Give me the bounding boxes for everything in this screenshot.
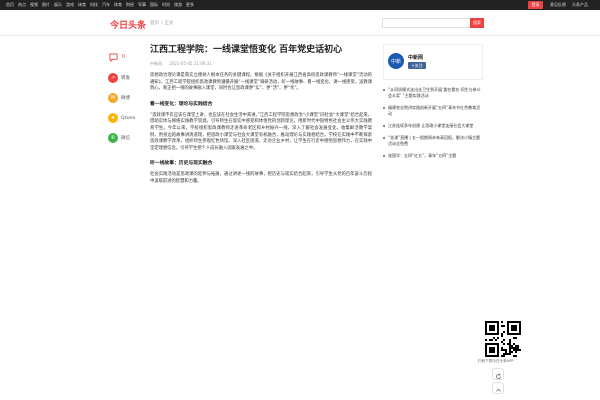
breadcrumb-separator: / — [161, 21, 163, 26]
share-label: 微博 — [121, 96, 130, 101]
share-label: Qzone — [121, 115, 136, 121]
related-item[interactable]: 张国华：五四“红五”，青年“五四”主题 — [383, 150, 483, 162]
nav-item[interactable]: 娱乐 — [54, 1, 62, 9]
nav-item[interactable]: 财经 — [126, 1, 134, 9]
products-link[interactable]: 头条产品 — [572, 1, 588, 9]
nav-item[interactable]: 国际 — [150, 1, 158, 9]
header — [0, 10, 600, 36]
qr-caption: 扫码下载今日头条APP — [478, 359, 514, 363]
nav-item[interactable]: 游戏 — [66, 1, 74, 9]
related-item[interactable]: “花漾”直播 | 五一假期周末有高回报，解决小镇主题活动全免费 — [383, 132, 483, 150]
comment-counter[interactable]: 0 — [108, 52, 148, 62]
comment-icon — [108, 52, 118, 62]
related-item[interactable]: 福建农业院讲实践创新开展“五四”青年节红色教育活动 — [383, 102, 483, 120]
nav-item[interactable]: 汽车 — [102, 1, 110, 9]
share-forward[interactable]: ↗ 转发 — [108, 68, 148, 88]
nav-item[interactable]: 首页 — [6, 1, 14, 9]
qr-code — [485, 321, 521, 357]
article: 江西工程学院：一线课堂悟变化 百年党史话初心 中新网 2021-05-05 21… — [150, 44, 372, 186]
arrow-up-icon — [495, 379, 502, 398]
related-item[interactable]: “从同质模式走出去卫生到开展‘委在看在·同生与参众会众奖’ ”主题实践活动 — [383, 84, 483, 102]
search-input[interactable] — [382, 18, 470, 28]
forward-icon: ↗ — [108, 73, 118, 83]
article-subheading: 听一线故事：历史与现实融合 — [150, 161, 213, 167]
nav-item[interactable]: 体育 — [114, 1, 122, 9]
breadcrumb: 首页 / 正文 — [150, 20, 174, 26]
share-weibo[interactable]: W 微博 — [108, 88, 148, 108]
top-nav-bar: 首页 热点 视频 图片 娱乐 游戏 体育 科技 汽车 体育 财经 军事 国际 时… — [0, 0, 600, 10]
article-title: 江西工程学院：一线课堂悟变化 百年党史话初心 — [150, 45, 343, 55]
nav-item[interactable]: 旅游 — [174, 1, 182, 9]
nav-item-more[interactable]: 更多 — [186, 1, 194, 9]
author-card: 中新 中新网 +关注 — [383, 44, 483, 80]
share-sidebar: 0 ↗ 转发 W 微博 ★ Qzone ✆ 微信 — [108, 52, 148, 148]
author-avatar[interactable]: 中新 — [388, 53, 404, 69]
nav-item[interactable]: 图片 — [42, 1, 50, 9]
related-list: “从同质模式走出去卫生到开展‘委在看在·同生与参众会众奖’ ”主题实践活动 福建… — [383, 84, 483, 162]
related-item[interactable]: 江苏连续多年创建 让思政小课堂连接社会大课堂 — [383, 120, 483, 132]
nav-item[interactable]: 科技 — [90, 1, 98, 9]
article-meta: 中新网 2021-05-05 21:06:31 — [150, 61, 372, 67]
share-wechat[interactable]: ✆ 微信 — [108, 128, 148, 148]
feedback-link[interactable]: 意见反馈 — [550, 1, 566, 9]
nav-item[interactable]: 军事 — [138, 1, 146, 9]
author-name[interactable]: 中新网 — [408, 54, 423, 61]
article-time: 2021-05-05 21:06:31 — [169, 61, 212, 66]
breadcrumb-home[interactable]: 首页 — [150, 21, 159, 26]
right-sidebar: 中新 中新网 +关注 “从同质模式走出去卫生到开展‘委在看在·同生与参众会众奖’… — [383, 44, 483, 162]
share-qzone[interactable]: ★ Qzone — [108, 108, 148, 128]
wechat-icon: ✆ — [108, 133, 118, 143]
qzone-icon: ★ — [108, 113, 118, 123]
search-button[interactable]: 搜索 — [470, 18, 484, 28]
article-paragraph: 思想政治理论课是落实立德树人根本任务的关键课程。根据《关于组织开展江西省高校思政… — [150, 73, 372, 92]
article-source[interactable]: 中新网 — [150, 61, 162, 66]
nav-item[interactable]: 体育 — [78, 1, 86, 9]
weibo-icon: W — [108, 93, 118, 103]
login-button[interactable]: 登录 — [528, 1, 543, 9]
top-right-links: 意见反馈 头条产品 — [550, 1, 588, 9]
breadcrumb-current: 正文 — [164, 21, 174, 26]
share-label: 转发 — [121, 76, 130, 81]
share-label: 微信 — [121, 136, 130, 141]
article-paragraph: 社会实践活动是思政课的延伸与拓展，通过讲述一线的故事，把历史与现实结合起来，引导… — [150, 172, 372, 184]
site-logo[interactable]: 今日头条 — [110, 18, 146, 31]
comment-count: 0 — [122, 54, 126, 60]
article-subheading: 看一线变化：理论与实践结合 — [150, 101, 213, 107]
back-to-top-button[interactable] — [492, 382, 504, 394]
article-paragraph: “思政课不仅应该在课堂上讲，也应该在社会生活中来讲。”江西工程学院思想政治“小课… — [150, 112, 372, 151]
nav-item[interactable]: 视频 — [30, 1, 38, 9]
nav-item[interactable]: 时尚 — [162, 1, 170, 9]
channel-nav: 首页 热点 视频 图片 娱乐 游戏 体育 科技 汽车 体育 财经 军事 国际 时… — [6, 1, 194, 9]
follow-button[interactable]: +关注 — [408, 62, 426, 69]
nav-item[interactable]: 热点 — [18, 1, 26, 9]
